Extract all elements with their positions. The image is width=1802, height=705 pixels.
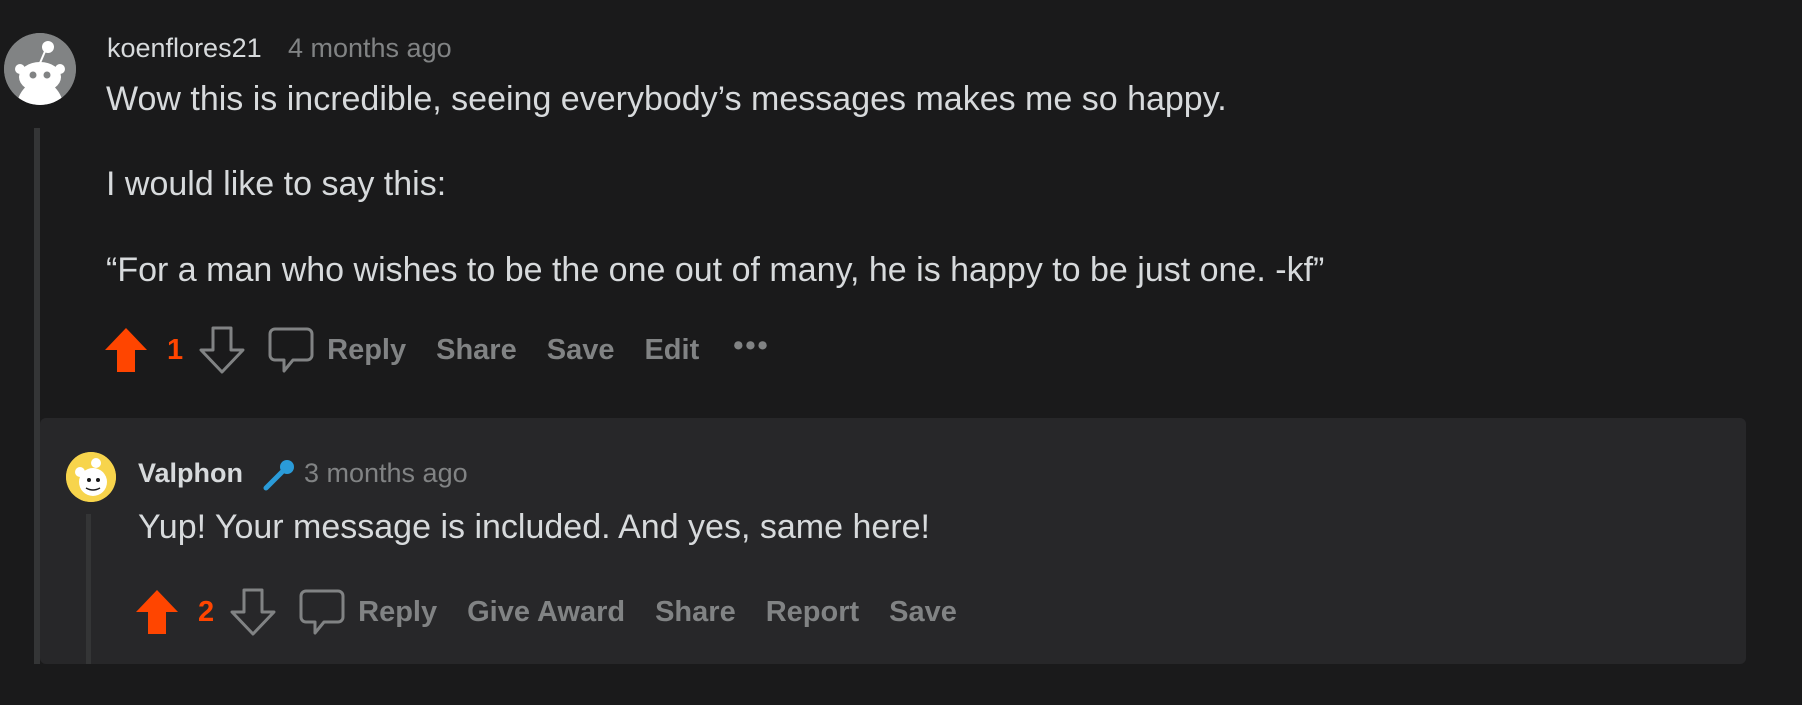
reddit-snoo-icon — [4, 33, 76, 105]
comment-paragraph-2: I would like to say this: — [106, 165, 447, 203]
comment-author[interactable]: koenflores21 — [107, 33, 262, 64]
downvote-arrow-icon[interactable] — [199, 326, 245, 374]
save-button[interactable]: Save — [889, 596, 957, 629]
comment-bubble-icon[interactable] — [298, 587, 346, 637]
reply-timestamp[interactable]: 3 months ago — [304, 458, 468, 489]
user-avatar[interactable] — [4, 33, 76, 105]
share-button[interactable]: Share — [655, 596, 736, 629]
share-button[interactable]: Share — [436, 334, 517, 367]
comment-timestamp[interactable]: 4 months ago — [288, 33, 452, 64]
microphone-icon — [262, 458, 296, 492]
reply-thread-collapse-line[interactable] — [86, 514, 91, 664]
reddit-snoo-avatar-icon — [66, 452, 116, 502]
reply-avatar[interactable] — [66, 452, 116, 502]
reply-author[interactable]: Valphon — [138, 458, 243, 489]
downvote-arrow-icon[interactable] — [230, 588, 276, 636]
reply-button[interactable]: Reply — [358, 596, 437, 629]
comment-bubble-icon[interactable] — [267, 325, 315, 375]
save-button[interactable]: Save — [547, 334, 615, 367]
reply-text: Yup! Your message is included. And yes, … — [138, 508, 930, 546]
edit-button[interactable]: Edit — [644, 334, 699, 367]
upvote-arrow-icon[interactable] — [103, 326, 149, 374]
comment-action-bar: 1 Reply Share Save Edit ••• — [103, 322, 770, 378]
report-button[interactable]: Report — [766, 596, 859, 629]
vote-count: 1 — [167, 333, 184, 366]
comment-paragraph-1: Wow this is incredible, seeing everybody… — [106, 80, 1227, 118]
comment-paragraph-3: “For a man who wishes to be the one out … — [106, 251, 1325, 289]
upvote-arrow-icon[interactable] — [134, 588, 180, 636]
reply-action-bar: 2 Reply Give Award Share Report Save — [134, 584, 957, 640]
vote-count: 2 — [198, 595, 215, 628]
reply-button[interactable]: Reply — [327, 334, 406, 367]
give-award-button[interactable]: Give Award — [467, 596, 625, 629]
more-options-icon[interactable]: ••• — [733, 330, 769, 363]
